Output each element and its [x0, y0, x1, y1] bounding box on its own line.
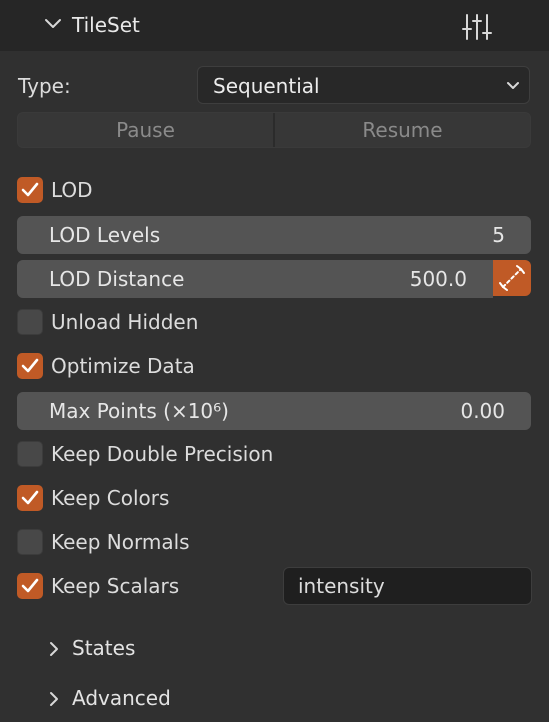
- measure-icon: [499, 265, 525, 291]
- checkmark-icon: [21, 490, 39, 505]
- keep-colors-label: Keep Colors: [51, 486, 170, 510]
- chevron-right-icon: [50, 642, 58, 656]
- panel-header[interactable]: TileSet: [0, 0, 549, 51]
- lod-distance-label: LOD Distance: [49, 267, 185, 291]
- unload-hidden-label: Unload Hidden: [51, 310, 199, 334]
- pause-button[interactable]: Pause: [18, 113, 273, 147]
- keep-double-precision-label: Keep Double Precision: [51, 442, 274, 466]
- subpanel-states[interactable]: States: [0, 626, 549, 670]
- type-label: Type:: [18, 74, 71, 98]
- type-dropdown-value: Sequential: [213, 74, 320, 98]
- max-points-label: Max Points (×10⁶): [49, 399, 229, 423]
- keep-scalars-label: Keep Scalars: [51, 574, 180, 598]
- unload-hidden-checkbox[interactable]: [17, 309, 43, 335]
- scalars-name-value: intensity: [298, 574, 385, 598]
- type-dropdown[interactable]: Sequential: [197, 66, 530, 104]
- optimize-data-label: Optimize Data: [51, 354, 195, 378]
- keep-scalars-checkbox[interactable]: [17, 573, 43, 599]
- max-points-field[interactable]: Max Points (×10⁶) 0.00: [17, 392, 531, 430]
- keep-double-precision-checkbox[interactable]: [17, 441, 43, 467]
- checkmark-icon: [21, 182, 39, 197]
- measure-distance-button[interactable]: [493, 260, 531, 296]
- chevron-down-icon: [45, 19, 61, 28]
- subpanel-advanced-label: Advanced: [72, 686, 171, 710]
- keep-colors-checkbox[interactable]: [17, 485, 43, 511]
- subpanel-advanced[interactable]: Advanced: [0, 676, 549, 720]
- keep-normals-checkbox[interactable]: [17, 529, 43, 555]
- scalars-name-input[interactable]: intensity: [283, 567, 532, 605]
- lod-levels-label: LOD Levels: [49, 223, 161, 247]
- lod-levels-value: 5: [492, 223, 505, 247]
- pause-resume-group: Pause Resume: [17, 112, 531, 148]
- resume-button[interactable]: Resume: [275, 113, 530, 147]
- chevron-right-icon: [50, 692, 58, 706]
- lod-distance-value: 500.0: [409, 267, 467, 291]
- lod-label: LOD: [51, 178, 93, 202]
- optimize-data-checkbox[interactable]: [17, 353, 43, 379]
- lod-checkbox[interactable]: [17, 177, 43, 203]
- max-points-value: 0.00: [460, 399, 505, 423]
- keep-normals-label: Keep Normals: [51, 530, 190, 554]
- lod-levels-field[interactable]: LOD Levels 5: [17, 216, 531, 254]
- lod-distance-field[interactable]: LOD Distance 500.0: [17, 260, 493, 298]
- presets-icon[interactable]: [462, 12, 492, 42]
- panel-title: TileSet: [72, 13, 140, 37]
- chevron-down-icon: [507, 82, 519, 89]
- checkmark-icon: [21, 578, 39, 593]
- checkmark-icon: [21, 358, 39, 373]
- subpanel-states-label: States: [72, 636, 136, 660]
